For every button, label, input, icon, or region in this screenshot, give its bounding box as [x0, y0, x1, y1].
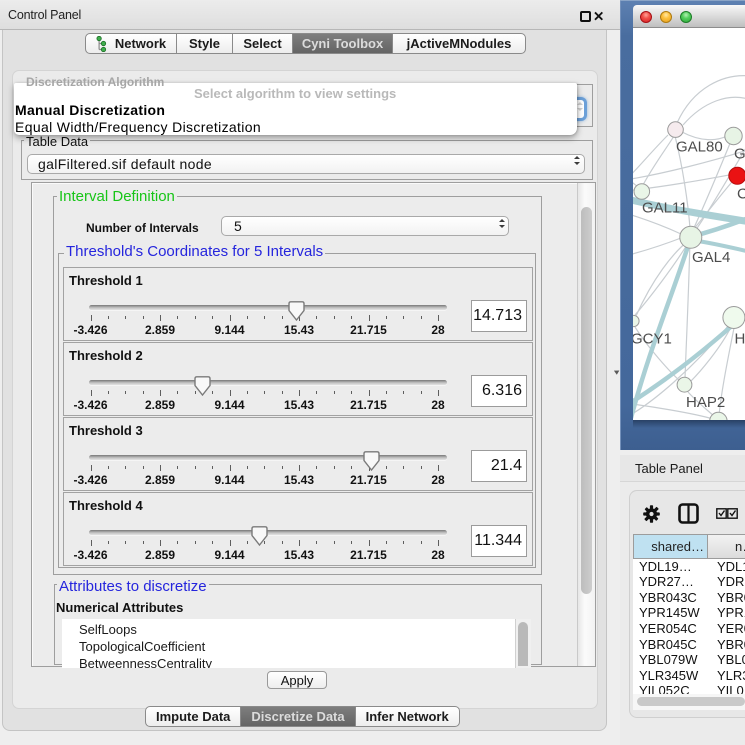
svg-text:H: H — [735, 330, 745, 347]
svg-text:GAL80: GAL80 — [676, 139, 723, 156]
svg-text:GAL11: GAL11 — [642, 200, 688, 217]
svg-text:GAL4: GAL4 — [692, 249, 730, 266]
svg-text:HAP2: HAP2 — [686, 394, 725, 411]
svg-text:GCY1: GCY1 — [633, 330, 672, 347]
svg-text:GA: GA — [734, 146, 745, 163]
svg-text:C: C — [737, 186, 745, 203]
